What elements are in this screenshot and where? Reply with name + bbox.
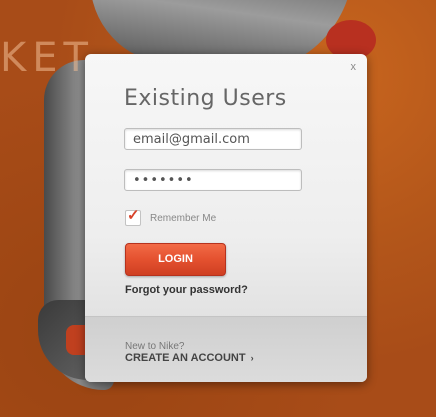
email-field[interactable]: email@gmail.com — [124, 128, 302, 150]
password-field[interactable]: ••••••• — [124, 169, 302, 191]
close-button[interactable]: x — [351, 62, 357, 73]
login-modal: x Existing Users email@gmail.com •••••••… — [85, 54, 367, 382]
new-user-prompt: New to Nike? — [125, 341, 185, 352]
chevron-right-icon: › — [250, 353, 254, 363]
background-brand-text: KET — [0, 35, 94, 81]
modal-title: Existing Users — [124, 86, 287, 111]
remember-me-checkbox[interactable]: ✓ — [125, 207, 141, 226]
create-account-label: CREATE AN ACCOUNT — [125, 352, 246, 364]
create-account-link[interactable]: CREATE AN ACCOUNT › — [125, 352, 254, 364]
signup-footer: New to Nike? CREATE AN ACCOUNT › — [85, 316, 367, 382]
forgot-password-link[interactable]: Forgot your password? — [125, 284, 248, 296]
remember-me-row: ✓ Remember Me — [125, 207, 217, 227]
remember-me-label: Remember Me — [150, 212, 217, 224]
checkmark-icon: ✓ — [127, 207, 140, 224]
login-button[interactable]: LOGIN — [125, 243, 226, 276]
